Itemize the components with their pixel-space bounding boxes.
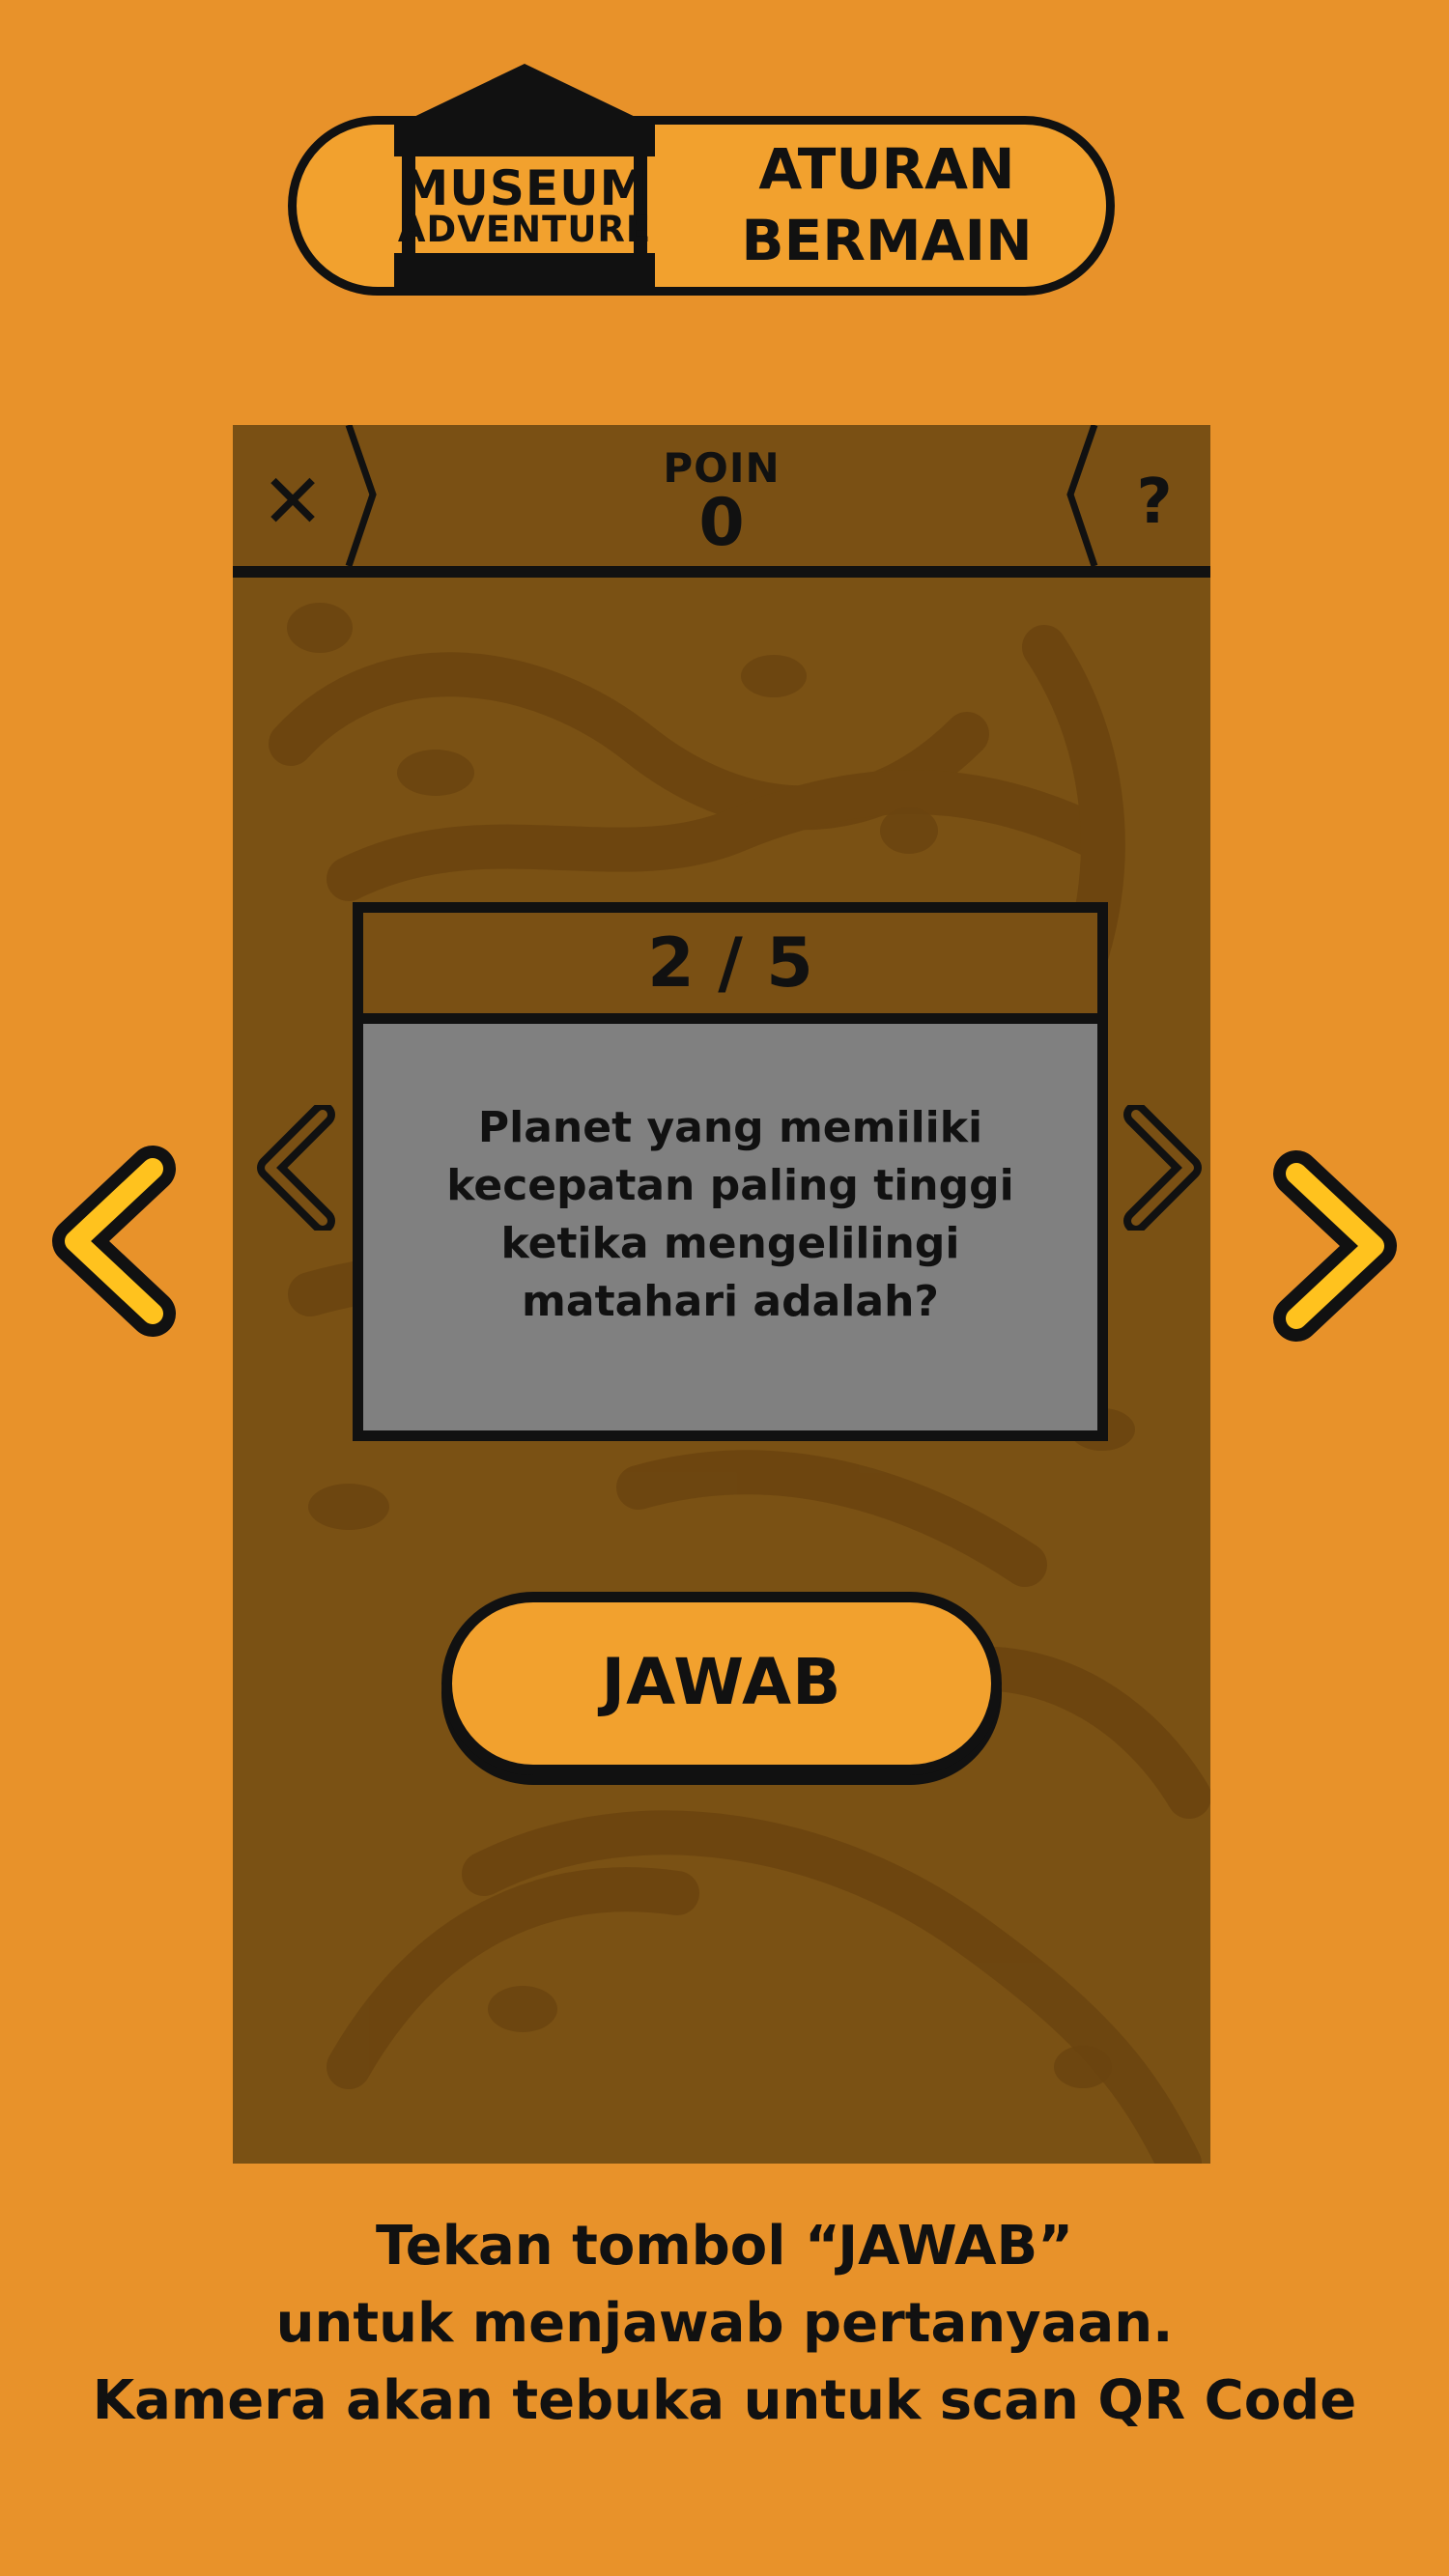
instruction-caption: Tekan tombol “JAWAB” untuk menjawab pert… — [0, 2208, 1449, 2440]
help-button[interactable]: ? — [1116, 454, 1193, 551]
caption-line-1: Tekan tombol “JAWAB” — [375, 2215, 1073, 2278]
phone-screen: ✕ POIN 0 ? Planet yang memiliki kecepata… — [233, 425, 1210, 2164]
top-bar: ✕ POIN 0 ? — [233, 425, 1210, 578]
caption-line-3: Kamera akan tebuka untuk scan QR Code — [92, 2369, 1357, 2432]
title-line-2: BERMAIN — [741, 208, 1033, 273]
question-card: Planet yang memiliki kecepatan paling ti… — [353, 902, 1108, 1441]
caption-line-2: untuk menjawab pertanyaan. — [275, 2292, 1174, 2355]
title-line-1: ATURAN — [758, 136, 1015, 202]
page-title: ATURAN BERMAIN — [694, 133, 1080, 276]
points-value: 0 — [698, 485, 745, 561]
next-question-icon[interactable] — [1112, 1105, 1208, 1231]
logo-line-adventure: ADVENTURE — [397, 209, 652, 250]
museum-logo: MUSEUM ADVENTURE — [384, 64, 665, 299]
previous-question-icon[interactable] — [250, 1105, 347, 1231]
header-badge: MUSEUM ADVENTURE ATURAN BERMAIN — [288, 64, 1121, 299]
next-slide-icon[interactable] — [1258, 1149, 1403, 1343]
previous-slide-icon[interactable] — [46, 1145, 191, 1338]
question-text: Planet yang memiliki kecepatan paling ti… — [353, 1013, 1108, 1441]
answer-button[interactable]: JAWAB — [441, 1592, 1002, 1775]
question-counter: 2 / 5 — [353, 902, 1108, 1024]
